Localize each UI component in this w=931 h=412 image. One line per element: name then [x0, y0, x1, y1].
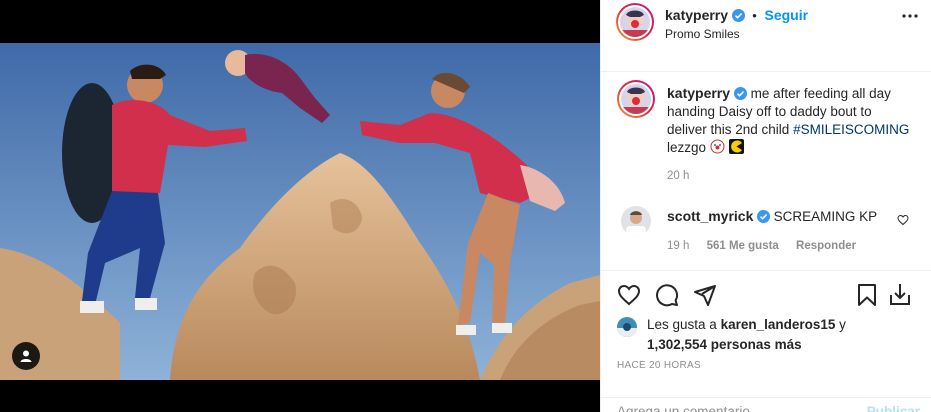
author-avatar[interactable] — [620, 7, 650, 37]
caption-hashtag[interactable]: #SMILEISCOMING — [793, 122, 909, 137]
commenter-avatar[interactable] — [621, 206, 651, 236]
post-location[interactable]: Promo Smiles — [665, 27, 740, 41]
download-icon[interactable] — [887, 281, 913, 307]
comment-like-icon[interactable] — [897, 214, 909, 226]
comment-meta: 19 h 561 Me gusta Responder — [667, 240, 870, 252]
separator-dot: • — [752, 8, 757, 23]
verified-badge-icon — [733, 87, 747, 100]
follow-button[interactable]: Seguir — [764, 7, 808, 23]
likes-prefix: Les gusta a — [647, 317, 717, 332]
comment-icon[interactable] — [655, 283, 679, 307]
comment-time[interactable]: 19 h — [667, 240, 689, 252]
post-actions: Les gusta a karen_landeros15 y 1,302,554… — [601, 270, 931, 412]
pacman-emoji-icon — [728, 139, 744, 154]
likes-joiner: y — [839, 317, 846, 332]
add-comment-bar: Agrega un comentario... Publicar — [601, 397, 931, 412]
post-header: katyperry • Seguir Promo Smiles — [601, 0, 931, 72]
add-comment-input[interactable]: Agrega un comentario... — [617, 404, 761, 412]
user-tag-icon — [20, 350, 32, 362]
post-media[interactable] — [0, 0, 600, 412]
comment-likes[interactable]: 561 Me gusta — [707, 240, 779, 252]
caption-text: katyperry me after feeding all day handi… — [667, 84, 912, 157]
post-sidebar: katyperry • Seguir Promo Smiles katyperr… — [600, 0, 931, 412]
share-icon[interactable] — [693, 283, 717, 307]
verified-badge-icon — [731, 9, 745, 22]
likes-count[interactable]: 1,302,554 personas más — [647, 337, 802, 352]
clown-emoji-icon — [710, 139, 725, 154]
post-photo — [0, 43, 600, 380]
more-options-icon[interactable] — [902, 14, 918, 18]
bookmark-icon[interactable] — [856, 283, 878, 307]
post-timestamp[interactable]: HACE 20 HORAS — [617, 360, 701, 371]
reply-button[interactable]: Responder — [796, 240, 856, 252]
caption-author[interactable]: katyperry — [667, 85, 730, 101]
caption-author-avatar[interactable] — [621, 84, 651, 114]
user-tag-button[interactable] — [12, 342, 40, 370]
verified-badge-icon — [757, 210, 771, 223]
liker-username[interactable]: karen_landeros15 — [721, 317, 836, 332]
publish-button[interactable]: Publicar — [867, 404, 920, 412]
heart-icon[interactable] — [617, 283, 641, 307]
comment-text: SCREAMING KP — [773, 209, 878, 224]
author-username[interactable]: katyperry — [665, 7, 728, 23]
caption-time[interactable]: 20 h — [667, 170, 689, 182]
liker-avatar[interactable] — [617, 317, 637, 337]
caption-body-end: lezzgo — [667, 140, 707, 155]
commenter-username[interactable]: scott_myrick — [667, 208, 753, 224]
